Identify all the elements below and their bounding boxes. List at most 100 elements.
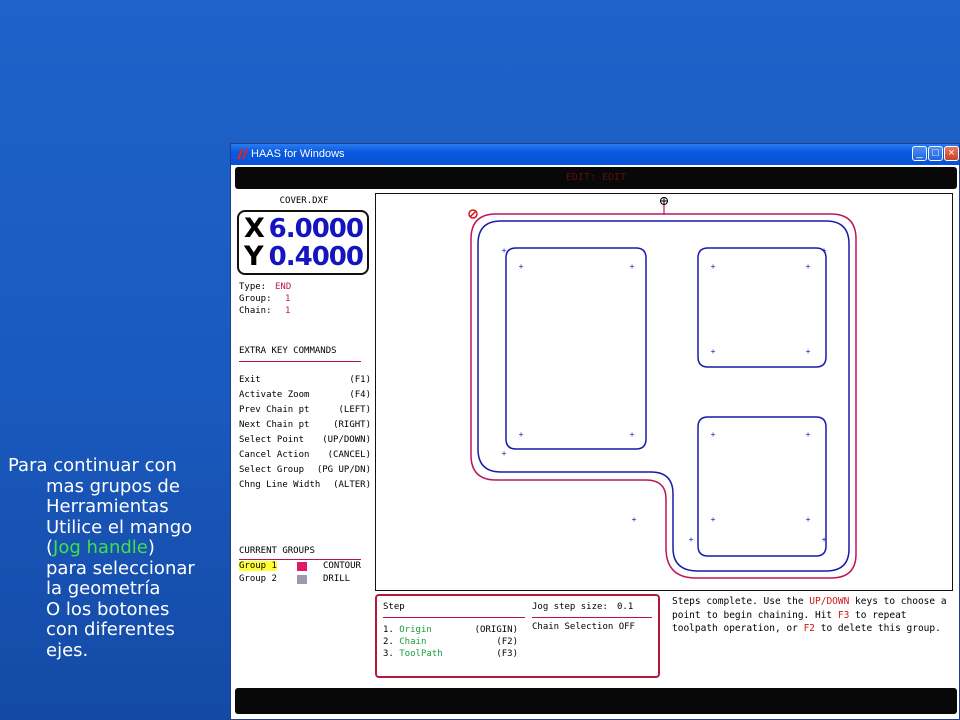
type-value: END	[275, 282, 292, 292]
step-key: (F2)	[496, 637, 518, 647]
group-name: Group 2	[239, 574, 277, 584]
drill-point-marker[interactable]: +	[806, 515, 811, 524]
step-toolpath[interactable]: 3. ToolPath (F3)	[383, 649, 518, 659]
origin-marker-icon[interactable]	[468, 209, 478, 219]
group-value: 1	[285, 294, 291, 304]
y-axis-label: Y	[244, 241, 264, 272]
instruction-message: Steps complete. Use the UP/DOWN keys to …	[672, 595, 957, 636]
drill-point-marker[interactable]: +	[630, 430, 635, 439]
command-activate-zoom[interactable]: Activate Zoom (F4)	[239, 390, 371, 400]
inner-contour-path[interactable]	[477, 220, 850, 572]
drill-point-marker[interactable]: +	[711, 430, 716, 439]
slide-line: la geometría	[46, 578, 161, 599]
geometry-canvas[interactable]: + + + + + + + + + + + + + + + + + +	[375, 193, 953, 591]
jog-step-label: Jog step size:	[532, 602, 608, 612]
command-select-group[interactable]: Select Group (PG UP/DN)	[239, 465, 371, 475]
group-item-1[interactable]: Group 1 CONTOUR	[239, 561, 371, 571]
command-label: Chng Line Width	[239, 480, 321, 490]
drill-point-marker[interactable]: +	[822, 535, 827, 544]
command-label: Activate Zoom	[239, 390, 310, 400]
group-color-swatch	[297, 562, 307, 571]
drill-point-marker[interactable]: +	[806, 347, 811, 356]
chain-row: Chain: 1	[239, 306, 290, 316]
message-text: Steps complete. Use the	[672, 596, 810, 607]
close-button[interactable]: ×	[944, 146, 959, 161]
command-key: (F1)	[349, 375, 371, 385]
message-key: UP/DOWN	[809, 596, 850, 607]
jog-step-value: 0.1	[617, 602, 634, 612]
step-key: (F3)	[496, 649, 518, 659]
haas-window: HAAS for Windows _ □ × EDIT: EDIT COVER.…	[230, 143, 960, 720]
slide-line-jog: (Jog handle)	[8, 537, 230, 559]
slide-line: Para continuar con	[8, 455, 177, 476]
jog-handle-term: Jog handle	[53, 537, 148, 558]
drill-points: + + + + + + + + + + + + + + + + + +	[502, 246, 827, 544]
chain-start-crosshair-icon[interactable]	[660, 197, 668, 214]
command-next-chain[interactable]: Next Chain pt (RIGHT)	[239, 420, 371, 430]
drill-point-marker[interactable]: +	[711, 347, 716, 356]
drill-point-marker[interactable]: +	[806, 430, 811, 439]
drill-point-marker[interactable]: +	[519, 430, 524, 439]
chain-selection-status: Chain Selection OFF	[532, 622, 635, 632]
title-bar[interactable]: HAAS for Windows _ □ ×	[231, 144, 959, 165]
step-name: Origin	[399, 625, 432, 635]
slide-line: Herramientas	[46, 496, 169, 517]
command-select-point[interactable]: Select Point (UP/DOWN)	[239, 435, 371, 445]
x-axis-label: X	[244, 213, 265, 244]
step-number: 2.	[383, 637, 394, 647]
step-number: 1.	[383, 625, 394, 635]
minimize-button[interactable]: _	[912, 146, 927, 161]
command-line-width[interactable]: Chng Line Width (ALTER)	[239, 480, 371, 490]
step-number: 3.	[383, 649, 394, 659]
toolpath-drawing[interactable]: + + + + + + + + + + + + + + + + + +	[376, 194, 952, 590]
command-label: Exit	[239, 375, 261, 385]
current-groups-heading: CURRENT GROUPS	[239, 546, 315, 556]
drill-point-marker[interactable]: +	[502, 246, 507, 255]
outer-contour-path[interactable]	[470, 213, 857, 579]
command-exit[interactable]: Exit (F1)	[239, 375, 371, 385]
drill-point-marker[interactable]: +	[632, 515, 637, 524]
group-color-swatch	[297, 575, 307, 584]
type-row: Type: END	[239, 282, 291, 292]
slide-line: con diferentes	[46, 619, 175, 640]
command-label: Select Group	[239, 465, 305, 475]
command-prev-chain[interactable]: Prev Chain pt (LEFT)	[239, 405, 371, 415]
step-name: ToolPath	[399, 649, 443, 659]
drill-point-marker[interactable]: +	[806, 262, 811, 271]
step-origin[interactable]: 1. Origin (ORIGIN)	[383, 625, 518, 635]
chain-label: Chain:	[239, 306, 272, 316]
drill-point-marker[interactable]: +	[502, 449, 507, 458]
command-key: (F4)	[349, 390, 371, 400]
command-key: (LEFT)	[338, 405, 371, 415]
drill-point-marker[interactable]: +	[711, 262, 716, 271]
divider	[239, 361, 361, 362]
drill-point-marker[interactable]: +	[822, 246, 827, 255]
command-key: (PG UP/DN)	[316, 465, 371, 475]
drill-point-marker[interactable]: +	[711, 515, 716, 524]
top-status-bar: EDIT: EDIT	[235, 167, 957, 189]
drill-point-marker[interactable]: +	[630, 262, 635, 271]
command-key: (CANCEL)	[327, 450, 371, 460]
step-chain[interactable]: 2. Chain (F2)	[383, 637, 518, 647]
drill-point-marker[interactable]: +	[519, 262, 524, 271]
group-label: Group:	[239, 294, 272, 304]
group-item-2[interactable]: Group 2 DRILL	[239, 574, 371, 584]
drill-point-marker[interactable]: +	[689, 535, 694, 544]
command-label: Next Chain pt	[239, 420, 310, 430]
slide-line: Utilice el mango	[46, 516, 193, 538]
haas-logo-icon	[237, 149, 248, 159]
message-text: to delete this group.	[815, 623, 941, 634]
command-cancel-action[interactable]: Cancel Action (CANCEL)	[239, 450, 371, 460]
command-key: (UP/DOWN)	[322, 435, 371, 445]
slide-line: ejes.	[46, 639, 89, 661]
divider	[532, 617, 652, 618]
paren-close: )	[147, 537, 155, 558]
step-panel: Step Jog step size: 0.1 Chain Selection …	[375, 594, 660, 678]
maximize-button[interactable]: □	[928, 146, 943, 161]
pocket-left-path[interactable]	[505, 247, 647, 450]
command-label: Select Point	[239, 435, 305, 445]
divider	[239, 559, 361, 560]
message-key: F2	[803, 623, 816, 634]
type-label: Type:	[239, 282, 267, 292]
extra-commands-heading: EXTRA KEY COMMANDS	[239, 346, 337, 356]
